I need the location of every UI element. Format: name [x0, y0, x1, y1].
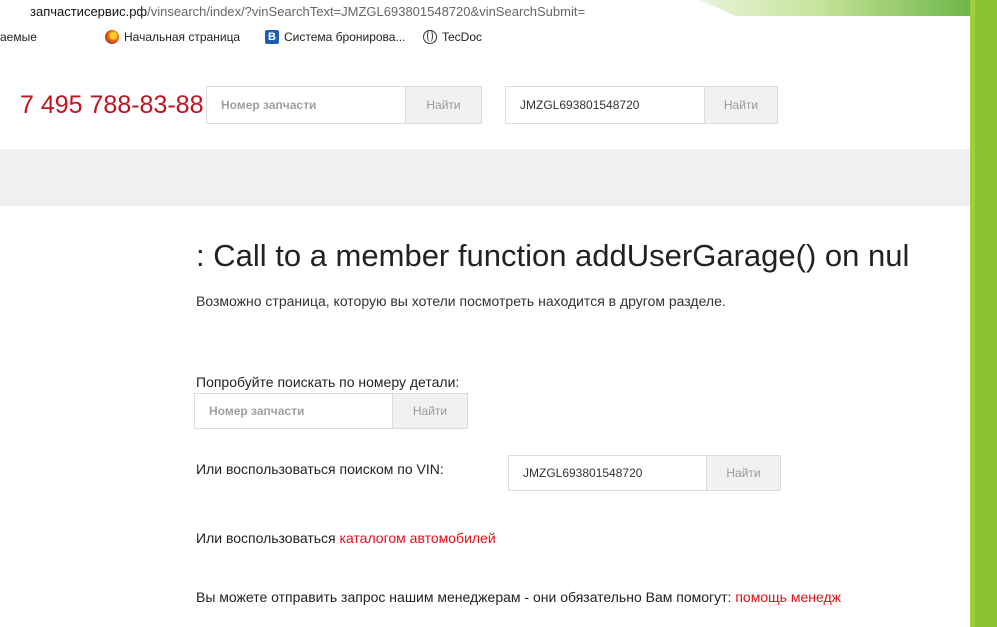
vin-input[interactable]: JMZGL693801548720 — [505, 86, 704, 124]
url-text[interactable]: запчастисервис.рф/vinsearch/index/?vinSe… — [30, 4, 585, 19]
booking-b-icon: B — [265, 30, 279, 44]
manager-help-link[interactable]: помощь менедж — [735, 589, 841, 605]
vin-search-button[interactable]: Найти — [704, 86, 778, 124]
phone-number[interactable]: 7 495 788-83-88 — [20, 91, 203, 120]
manager-line: Вы можете отправить запрос нашим менедже… — [196, 589, 841, 605]
help-part-number-input[interactable]: Номер запчасти — [194, 393, 392, 429]
vin-search-prompt: Или воспользоваться поиском по VIN: — [196, 461, 444, 477]
bookmark-label: аемые — [0, 30, 37, 44]
error-subtitle: Возможно страница, которую вы хотели пос… — [196, 293, 726, 309]
part-search-prompt: Попробуйте поискать по номеру детали: — [196, 374, 460, 390]
help-vin-search-button[interactable]: Найти — [706, 455, 781, 491]
help-part-search: Номер запчасти Найти — [194, 393, 468, 429]
decorative-green-corner — [700, 0, 997, 16]
catalog-line: Или воспользоваться каталогом автомобиле… — [196, 530, 496, 546]
error-title: : Call to a member function addUserGarag… — [196, 238, 910, 273]
nav-band — [0, 149, 970, 206]
bookmarks-bar: аемые Начальная страница B Система брони… — [0, 26, 970, 54]
decorative-green-shade — [975, 0, 997, 627]
help-vin-input[interactable]: JMZGL693801548720 — [508, 455, 706, 491]
url-domain: запчастисервис.рф — [30, 4, 148, 19]
url-path: /vinsearch/index/?vinSearchText=JMZGL693… — [147, 4, 586, 19]
bookmark-item-tecdoc[interactable]: TecDoc — [423, 30, 482, 44]
bookmark-label: TecDoc — [442, 30, 483, 44]
bookmark-item-truncated[interactable]: аемые — [0, 30, 37, 44]
bookmark-item-booking[interactable]: B Система бронирова... — [265, 30, 405, 44]
firefox-icon — [105, 30, 119, 44]
help-vin-search: JMZGL693801548720 Найти — [508, 455, 781, 491]
header-vin-search: JMZGL693801548720 Найти — [505, 86, 778, 124]
part-search-button[interactable]: Найти — [405, 86, 482, 124]
header-part-search: Номер запчасти Найти — [206, 86, 482, 124]
part-number-input[interactable]: Номер запчасти — [206, 86, 405, 124]
help-part-search-button[interactable]: Найти — [392, 393, 468, 429]
manager-prefix: Вы можете отправить запрос нашим менедже… — [196, 589, 736, 605]
catalog-prefix: Или воспользоваться — [196, 530, 340, 546]
globe-icon — [423, 30, 437, 44]
bookmark-label: Начальная страница — [124, 30, 241, 44]
bookmark-label: Система бронирова... — [284, 30, 406, 44]
bookmark-item-home[interactable]: Начальная страница — [105, 30, 240, 44]
catalog-link[interactable]: каталогом автомобилей — [340, 530, 496, 546]
